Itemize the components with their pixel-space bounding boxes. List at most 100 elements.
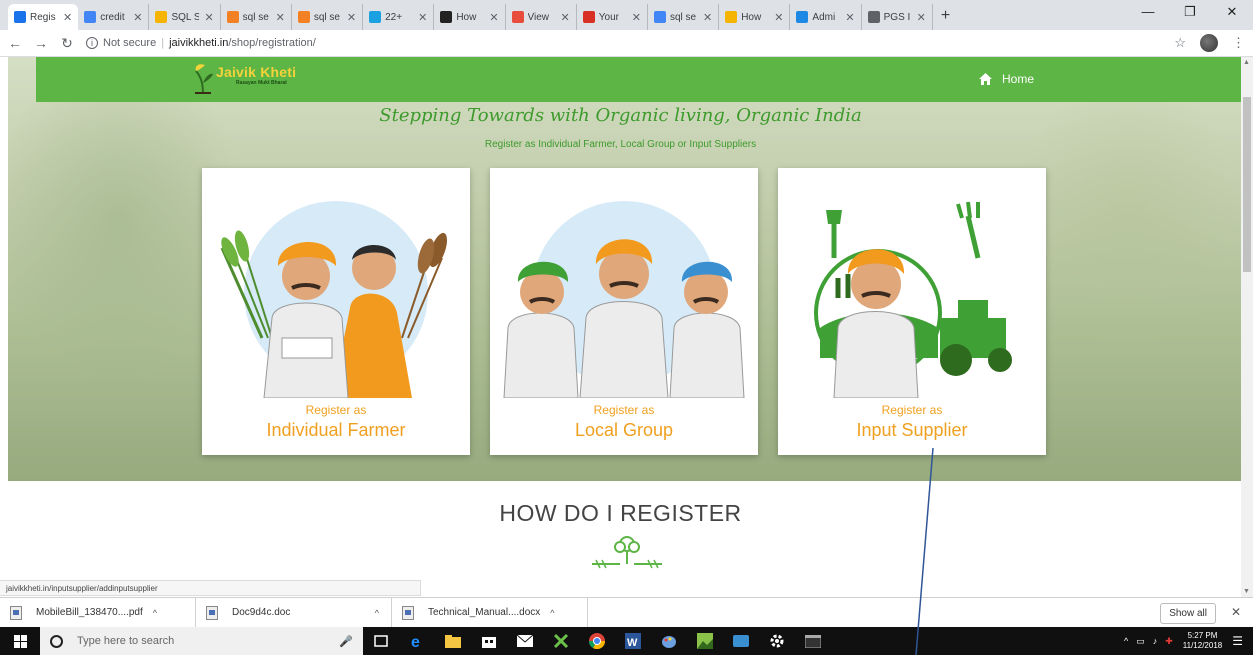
site-logo[interactable]: Jaivik Kheti Rasayan Mukt Bharat bbox=[192, 61, 296, 95]
tab-close-icon[interactable]: ✕ bbox=[917, 11, 926, 24]
browser-tab[interactable]: credit ✕ bbox=[78, 4, 150, 30]
tab-close-icon[interactable]: ✕ bbox=[845, 11, 854, 24]
forward-button[interactable]: → bbox=[30, 35, 52, 51]
tab-close-icon[interactable]: ✕ bbox=[63, 11, 72, 24]
scroll-up-arrow[interactable]: ▲ bbox=[1243, 59, 1250, 66]
home-icon bbox=[979, 73, 992, 85]
volume-icon[interactable]: ♪ bbox=[1153, 636, 1158, 646]
farmer-group-illustration bbox=[503, 201, 745, 398]
browser-tab-strip: Regis ✕ credit ✕ SQL S ✕ sql se ✕ sql se ✕ 22+ ✕ How… bbox=[0, 0, 1253, 30]
browser-tab[interactable]: PGS I ✕ bbox=[862, 4, 933, 30]
tab-close-icon[interactable]: ✕ bbox=[204, 11, 213, 24]
browser-tab[interactable]: 22+ ✕ bbox=[363, 4, 435, 30]
terminal-icon[interactable] bbox=[795, 627, 831, 655]
back-button[interactable]: ← bbox=[4, 35, 26, 51]
home-label: Home bbox=[1002, 72, 1035, 86]
downloads-shelf: MobileBill_138470....pdf ^ Doc9d4c.doc ^… bbox=[0, 597, 1253, 628]
tab-favicon-icon bbox=[226, 11, 239, 23]
edge-icon[interactable]: e bbox=[399, 627, 435, 655]
card-input-supplier[interactable]: Register as Input Supplier bbox=[778, 168, 1046, 455]
show-all-button[interactable]: Show all bbox=[1160, 603, 1216, 624]
home-nav-link[interactable]: Home bbox=[979, 72, 1034, 86]
chrome-icon[interactable] bbox=[579, 627, 615, 655]
profile-avatar[interactable] bbox=[1200, 34, 1218, 52]
tab-close-icon[interactable]: ✕ bbox=[774, 11, 783, 24]
tab-close-icon[interactable]: ✕ bbox=[418, 11, 427, 24]
task-view-icon[interactable] bbox=[363, 627, 399, 655]
taskbar-clock[interactable]: 5:27 PM 11/12/2018 bbox=[1183, 631, 1222, 651]
download-item[interactable]: Doc9d4c.doc ^ bbox=[196, 597, 392, 628]
notification-icon[interactable]: ☰ bbox=[1232, 634, 1243, 648]
tab-favicon-icon bbox=[867, 11, 880, 23]
download-item[interactable]: MobileBill_138470....pdf ^ bbox=[0, 597, 196, 628]
page-scrollbar[interactable]: ▲ ▼ bbox=[1241, 57, 1253, 597]
toolbar-right: ☆ ⋮ bbox=[1174, 34, 1245, 52]
card-individual-farmer[interactable]: Register as Individual Farmer bbox=[202, 168, 470, 455]
snipping-tool-icon[interactable] bbox=[543, 627, 579, 655]
card-pre-label: Register as bbox=[881, 403, 943, 417]
browser-tab[interactable]: sql se ✕ bbox=[648, 4, 720, 30]
address-bar[interactable]: i Not secure | jaivikkheti.in /shop/regi… bbox=[86, 33, 316, 54]
chevron-up-icon[interactable]: ^ bbox=[153, 608, 157, 618]
tab-title: sql se bbox=[242, 11, 269, 23]
chevron-up-icon[interactable]: ^ bbox=[375, 608, 379, 618]
reload-button[interactable]: ↻ bbox=[56, 35, 78, 52]
microphone-icon[interactable]: 🎤 bbox=[339, 635, 353, 648]
bookmark-star-icon[interactable]: ☆ bbox=[1174, 35, 1186, 51]
photos-icon[interactable] bbox=[687, 627, 723, 655]
tab-close-icon[interactable]: ✕ bbox=[703, 11, 712, 24]
browser-tab[interactable]: Admi ✕ bbox=[790, 4, 862, 30]
store-icon[interactable] bbox=[471, 627, 507, 655]
tablet-icon[interactable] bbox=[723, 627, 759, 655]
browser-tab[interactable]: How ✕ bbox=[719, 4, 791, 30]
scroll-down-arrow[interactable]: ▼ bbox=[1243, 588, 1250, 595]
not-secure-label: Not secure bbox=[103, 37, 157, 49]
browser-tab[interactable]: Regis ✕ bbox=[8, 4, 79, 30]
new-tab-button[interactable]: + bbox=[941, 7, 950, 25]
windows-taskbar: Type here to search 🎤 e W ^ ▭ ♪ ✚ 5:27 P… bbox=[0, 627, 1253, 655]
card-pre-label: Register as bbox=[593, 403, 655, 417]
logo-title: Jaivik Kheti bbox=[216, 64, 297, 80]
browser-tab[interactable]: Your ✕ bbox=[577, 4, 648, 30]
tab-close-icon[interactable]: ✕ bbox=[347, 11, 356, 24]
taskbar-search[interactable]: Type here to search 🎤 bbox=[40, 627, 363, 655]
network-icon[interactable]: ▭ bbox=[1136, 636, 1145, 647]
mail-icon[interactable] bbox=[507, 627, 543, 655]
browser-tab[interactable]: How ✕ bbox=[434, 4, 506, 30]
tab-close-icon[interactable]: ✕ bbox=[632, 11, 641, 24]
close-icon[interactable]: ✕ bbox=[1231, 605, 1241, 619]
tab-favicon-icon bbox=[369, 11, 382, 23]
clock-time: 5:27 PM bbox=[1187, 631, 1218, 640]
system-tray: ^ ▭ ♪ ✚ 5:27 PM 11/12/2018 ☰ bbox=[1124, 627, 1253, 655]
browser-tab[interactable]: View ✕ bbox=[506, 4, 577, 30]
tab-title: Admi bbox=[812, 11, 836, 23]
tab-title: 22+ bbox=[385, 11, 403, 23]
tab-close-icon[interactable]: ✕ bbox=[489, 11, 498, 24]
info-icon[interactable]: i bbox=[86, 37, 98, 49]
minimize-button[interactable]: — bbox=[1127, 0, 1169, 28]
browser-tab[interactable]: sql se ✕ bbox=[292, 4, 364, 30]
word-icon[interactable]: W bbox=[615, 627, 651, 655]
menu-kebab-icon[interactable]: ⋮ bbox=[1232, 35, 1245, 51]
download-item[interactable]: Technical_Manual....docx ^ bbox=[392, 597, 588, 628]
browser-tab[interactable]: SQL S ✕ bbox=[149, 4, 221, 30]
tray-chevron-icon[interactable]: ^ bbox=[1124, 636, 1128, 646]
settings-gear-icon[interactable] bbox=[759, 627, 795, 655]
file-explorer-icon[interactable] bbox=[435, 627, 471, 655]
tab-title: sql se bbox=[313, 11, 340, 23]
tab-close-icon[interactable]: ✕ bbox=[561, 11, 570, 24]
tab-favicon-icon bbox=[14, 11, 26, 23]
paint-icon[interactable] bbox=[651, 627, 687, 655]
card-local-group[interactable]: Register as Local Group bbox=[490, 168, 758, 455]
restore-button[interactable]: ❐ bbox=[1169, 0, 1211, 28]
tab-close-icon[interactable]: ✕ bbox=[133, 11, 142, 24]
antivirus-icon[interactable]: ✚ bbox=[1165, 636, 1173, 647]
url-host: jaivikkheti.in bbox=[169, 37, 229, 49]
tab-close-icon[interactable]: ✕ bbox=[276, 11, 285, 24]
scrollbar-thumb[interactable] bbox=[1243, 97, 1251, 272]
chevron-up-icon[interactable]: ^ bbox=[550, 608, 554, 618]
browser-tab[interactable]: sql se ✕ bbox=[221, 4, 292, 30]
close-window-button[interactable]: ✕ bbox=[1211, 0, 1253, 28]
tab-favicon-icon bbox=[796, 11, 809, 23]
start-button[interactable] bbox=[0, 627, 40, 655]
